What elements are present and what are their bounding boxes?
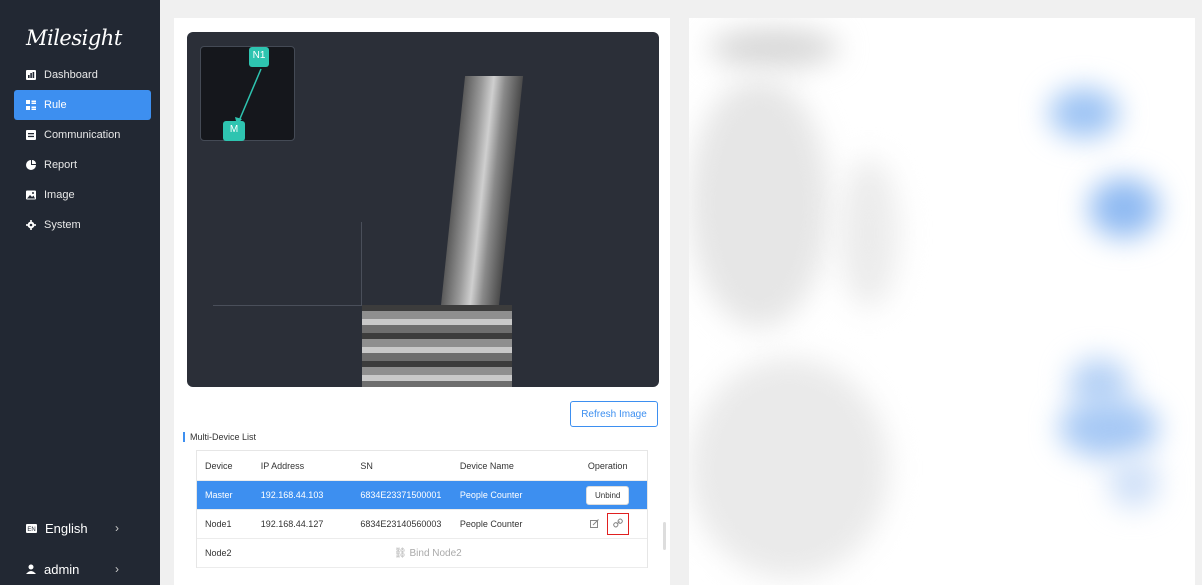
report-icon (26, 160, 36, 170)
svg-text:EN: EN (27, 527, 35, 533)
sidebar-nav: Dashboard Rule Communication Report Imag… (14, 60, 151, 240)
sidebar-item-dashboard[interactable]: Dashboard (14, 60, 151, 90)
table-scrollbar[interactable] (663, 522, 666, 550)
language-label: English (45, 520, 88, 536)
sidebar-item-communication[interactable]: Communication (14, 120, 151, 150)
image-icon (26, 190, 36, 200)
language-icon: EN (26, 523, 37, 533)
settings-panel-blurred (689, 18, 1195, 585)
link-icon: ⛓ (394, 547, 407, 559)
node-master-badge[interactable]: M (223, 121, 245, 141)
blurred-region (1059, 398, 1159, 458)
table-row[interactable]: Master 192.168.44.103 6834E23371500001 P… (197, 481, 647, 510)
gear-icon (26, 220, 36, 230)
unbind-button[interactable]: Unbind (586, 485, 630, 505)
stitching-canvas[interactable]: N1 M (187, 32, 659, 387)
milesight-logo: Milesight (26, 26, 122, 50)
blurred-region (689, 358, 889, 578)
sidebar-item-image[interactable]: Image (14, 180, 151, 210)
sn-cell: 6834E23140560003 (360, 519, 442, 529)
user-menu[interactable]: admin › (14, 556, 151, 582)
bind-link-highlight[interactable] (607, 513, 630, 535)
sidebar-item-report[interactable]: Report (14, 150, 151, 180)
sidebar-item-label: Image (44, 189, 75, 201)
table-row[interactable]: Node1 192.168.44.127 6834E23140560003 Pe… (197, 510, 647, 539)
sidebar: Milesight Dashboard Rule Communication R… (0, 0, 160, 585)
device-name-cell: People Counter (459, 490, 523, 500)
blurred-region (709, 28, 839, 68)
rule-icon (26, 100, 36, 110)
operation-cell: Unbind (568, 485, 647, 505)
table-row[interactable]: Node2 ⛓ Bind Node2 (197, 539, 647, 568)
bind-node-label: Bind Node2 (409, 547, 462, 559)
dashboard-icon (26, 70, 36, 80)
device-cell: Master (205, 490, 233, 500)
language-selector[interactable]: EN English › (14, 515, 151, 541)
sidebar-item-label: Rule (44, 99, 67, 111)
operation-icons (590, 513, 630, 535)
user-label: admin (44, 561, 80, 577)
guide-line-vertical (361, 222, 362, 306)
edit-icon[interactable] (590, 518, 600, 530)
user-icon (26, 564, 36, 574)
sidebar-item-label: Dashboard (44, 69, 98, 81)
chevron-right-icon: › (115, 562, 119, 576)
sidebar-item-system[interactable]: System (14, 210, 151, 240)
sidebar-item-label: Report (44, 159, 78, 171)
ip-cell: 192.168.44.127 (260, 519, 324, 529)
node1-camera-image[interactable] (440, 76, 524, 306)
column-header: SN (360, 460, 373, 471)
device-table: Device IP Address SN Device Name Operati… (196, 450, 648, 568)
column-header: IP Address (260, 460, 305, 471)
bind-node-link[interactable]: ⛓ Bind Node2 (394, 548, 462, 559)
blurred-region (839, 158, 899, 308)
master-camera-image[interactable] (362, 305, 512, 387)
blurred-region (1049, 88, 1119, 138)
device-cell: Node1 (205, 519, 232, 529)
blurred-region (1089, 178, 1159, 238)
sidebar-item-rule[interactable]: Rule (14, 90, 151, 120)
device-minimap: N1 M (200, 46, 295, 141)
multi-device-panel: N1 M Refresh Image Multi-Device List Dev… (174, 18, 670, 585)
communication-icon (26, 130, 36, 140)
device-list-title: Multi-Device List (183, 432, 256, 442)
blurred-region (689, 78, 829, 328)
device-name-cell: People Counter (459, 519, 523, 529)
chevron-right-icon: › (115, 521, 119, 535)
guide-line-horizontal (213, 305, 363, 306)
refresh-image-button[interactable]: Refresh Image (570, 401, 658, 427)
column-header: Device Name (459, 460, 514, 471)
operation-cell (568, 513, 647, 535)
blurred-region (1109, 458, 1159, 508)
device-cell: Node2 (205, 548, 232, 558)
sidebar-item-label: System (44, 219, 81, 231)
table-header: Device IP Address SN Device Name Operati… (197, 451, 647, 481)
column-header: Operation (587, 460, 628, 471)
node-n1-badge[interactable]: N1 (249, 47, 269, 67)
column-header: Device (205, 460, 233, 471)
link-icon[interactable] (613, 518, 624, 530)
sidebar-item-label: Communication (44, 129, 121, 141)
ip-cell: 192.168.44.103 (260, 490, 324, 500)
sn-cell: 6834E23371500001 (360, 490, 442, 500)
